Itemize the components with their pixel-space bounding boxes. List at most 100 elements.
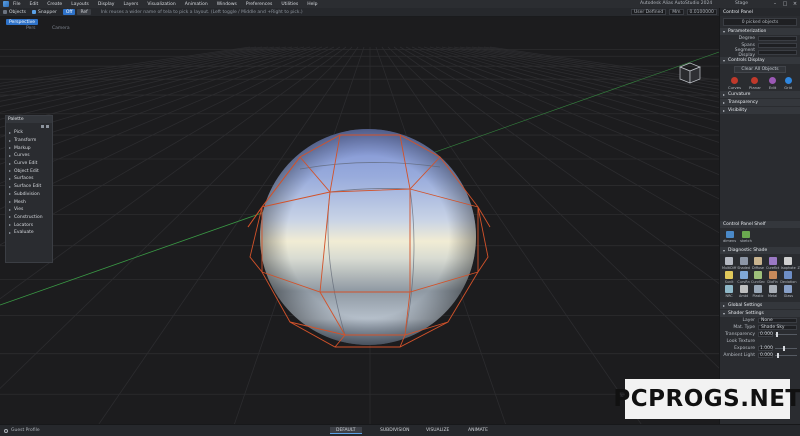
menu-layers[interactable]: Layers	[123, 2, 138, 7]
menu-display[interactable]: Display	[98, 2, 115, 7]
palette-item-subdivision[interactable]: Subdivision	[6, 191, 52, 199]
snap-planar[interactable]: Planar	[749, 77, 761, 90]
palette-item-pick[interactable]: Pick	[6, 129, 52, 137]
shade-diafin[interactable]: DiaFin	[766, 271, 779, 284]
section-transparency[interactable]: Transparency	[720, 99, 800, 106]
section-shelf[interactable]: Control Panel Shelf	[720, 221, 800, 228]
palette-item-locators[interactable]: Locators	[6, 221, 52, 229]
layer-select[interactable]: None	[758, 318, 797, 323]
shade-curvrn[interactable]: CurvRn	[737, 271, 750, 284]
exposure-slider[interactable]: 1.000	[758, 345, 797, 352]
palette-menu-icon[interactable]	[46, 124, 49, 128]
palette-item-surface-edit[interactable]: Surface Edit	[6, 183, 52, 191]
shade-deviation[interactable]: Deviation	[780, 271, 796, 284]
shelf-item-sketch[interactable]: sketch	[740, 231, 752, 243]
menu-windows[interactable]: Windows	[217, 2, 237, 7]
viewport-canvas[interactable]	[0, 17, 719, 424]
menu-edit[interactable]: Edit	[30, 2, 39, 7]
snap-ref-button[interactable]: Ref	[77, 9, 91, 15]
shade-multidiff[interactable]: MultiDiff	[722, 257, 736, 270]
degree-field[interactable]	[758, 36, 797, 41]
shade-cureflct[interactable]: Cureflct	[766, 257, 779, 270]
shelf-item-dimens[interactable]: dimens	[723, 231, 736, 243]
menu-preferences[interactable]: Preferences	[246, 2, 272, 7]
camera-label[interactable]: Camera	[52, 26, 70, 31]
shade-swatch-icon	[739, 285, 748, 293]
planar-icon	[751, 77, 759, 84]
profile-indicator[interactable]: Guest Profile	[4, 428, 40, 433]
status-bar: Guest Profile DEFAULT SUBDIVISION VISUAL…	[0, 424, 800, 436]
shade-ambt[interactable]: Ambt	[737, 285, 750, 298]
chevron-right-icon	[9, 177, 11, 180]
maximize-icon[interactable]: □	[780, 0, 790, 8]
shade-curvsec[interactable]: CurvSec	[751, 271, 765, 284]
palette-header[interactable]: Palette	[6, 116, 52, 123]
palette-view-icon[interactable]	[41, 124, 44, 128]
section-visibility[interactable]: Visibility	[720, 107, 800, 114]
palette-item-object-edit[interactable]: Object Edit	[6, 167, 52, 175]
menu-utilities[interactable]: Utilities	[281, 2, 298, 7]
palette-item-curves[interactable]: Curves	[6, 152, 52, 160]
transparency-slider[interactable]: 0.000	[758, 331, 797, 338]
workspace-tab-subdivision[interactable]: SUBDIVISION	[374, 427, 416, 434]
minimize-icon[interactable]: –	[770, 0, 780, 8]
shade-glass[interactable]: Glass	[780, 285, 796, 298]
workspace-tab-visualize[interactable]: VISUALIZE	[420, 427, 455, 434]
objects-label[interactable]: Objects	[9, 10, 26, 15]
section-controls-display[interactable]: Controls Display	[720, 57, 800, 64]
mat-type-select[interactable]: Shade Sky	[758, 325, 797, 330]
perspective-viewport[interactable]: Perspective Pers Camera Palette Pick Tran…	[0, 17, 719, 424]
chevron-right-icon	[9, 170, 11, 173]
workspace-tab-animate[interactable]: ANIMATE	[462, 427, 494, 434]
segment-field[interactable]	[758, 50, 797, 55]
menu-animation[interactable]: Animation	[185, 2, 208, 7]
shelf-row: dimens sketch	[720, 228, 800, 246]
palette-item-mesh[interactable]: Mesh	[6, 198, 52, 206]
shade-plastic[interactable]: Plastic	[751, 285, 765, 298]
shade-shaded[interactable]: Shaded	[737, 257, 750, 270]
prompt-hint: Ink reuses a wider name of tela to pick …	[100, 9, 303, 15]
palette-item-surfaces[interactable]: Surfaces	[6, 175, 52, 183]
slider-thumb[interactable]	[777, 352, 780, 359]
palette-item-evaluate[interactable]: Evaluate	[6, 229, 52, 237]
snap-grid[interactable]: Grid	[784, 77, 792, 90]
section-diagnostic-shade[interactable]: Diagnostic Shade	[720, 247, 800, 254]
picked-objects-field[interactable]: 0 picked objects	[723, 18, 797, 26]
palette-item-construction[interactable]: Construction	[6, 214, 52, 222]
viewport-tab[interactable]: Perspective	[6, 19, 39, 25]
slider-thumb[interactable]	[782, 345, 785, 352]
shade-diffuse[interactable]: Diffuse	[751, 257, 765, 270]
snap-edit[interactable]: Edit	[769, 77, 776, 90]
shade-isophote[interactable]: Isophote	[780, 257, 796, 270]
section-shader-settings[interactable]: Shader Settings	[720, 310, 800, 317]
menu-file[interactable]: File	[13, 2, 21, 7]
unit-field[interactable]: Mm	[669, 9, 684, 15]
menu-create[interactable]: Create	[47, 2, 62, 7]
workspace-tab-default[interactable]: DEFAULT	[330, 427, 362, 434]
shade-nrc[interactable]: NRC	[722, 285, 736, 298]
snap-curves[interactable]: Curves	[728, 77, 741, 90]
view-mode-label[interactable]: Pers	[26, 26, 36, 31]
clear-all-objects-button[interactable]: Clear All Objects	[734, 66, 786, 73]
slider-thumb[interactable]	[776, 331, 779, 338]
section-global-settings[interactable]: Global Settings	[720, 302, 800, 309]
palette-item-curve-edit[interactable]: Curve Edit	[6, 160, 52, 168]
palette-item-markup[interactable]: Markup	[6, 144, 52, 152]
shade-metal[interactable]: Metal	[766, 285, 779, 298]
snapper-label[interactable]: Snapper	[38, 10, 57, 15]
ambient-slider[interactable]: 0.000	[758, 352, 797, 359]
shade-sunlt[interactable]: Sunlt	[722, 271, 736, 284]
section-curvature[interactable]: Curvature	[720, 91, 800, 98]
app-title: Autodesk Alias AutoStudio 2024	[640, 1, 713, 6]
snap-off-button[interactable]: Off	[62, 9, 76, 15]
menu-layouts[interactable]: Layouts	[71, 2, 89, 7]
menu-visualization[interactable]: Visualization	[147, 2, 175, 7]
tolerance-field[interactable]: 0.0100000	[686, 9, 717, 15]
palette-item-transform[interactable]: Transform	[6, 137, 52, 145]
spans-field[interactable]	[758, 43, 797, 48]
palette-item-vies[interactable]: Vies	[6, 206, 52, 214]
menu-help[interactable]: Help	[307, 2, 317, 7]
section-parameterization[interactable]: Parameterization	[720, 28, 800, 35]
user-defined-select[interactable]: User Defined	[631, 9, 667, 15]
close-icon[interactable]: ×	[790, 0, 800, 8]
